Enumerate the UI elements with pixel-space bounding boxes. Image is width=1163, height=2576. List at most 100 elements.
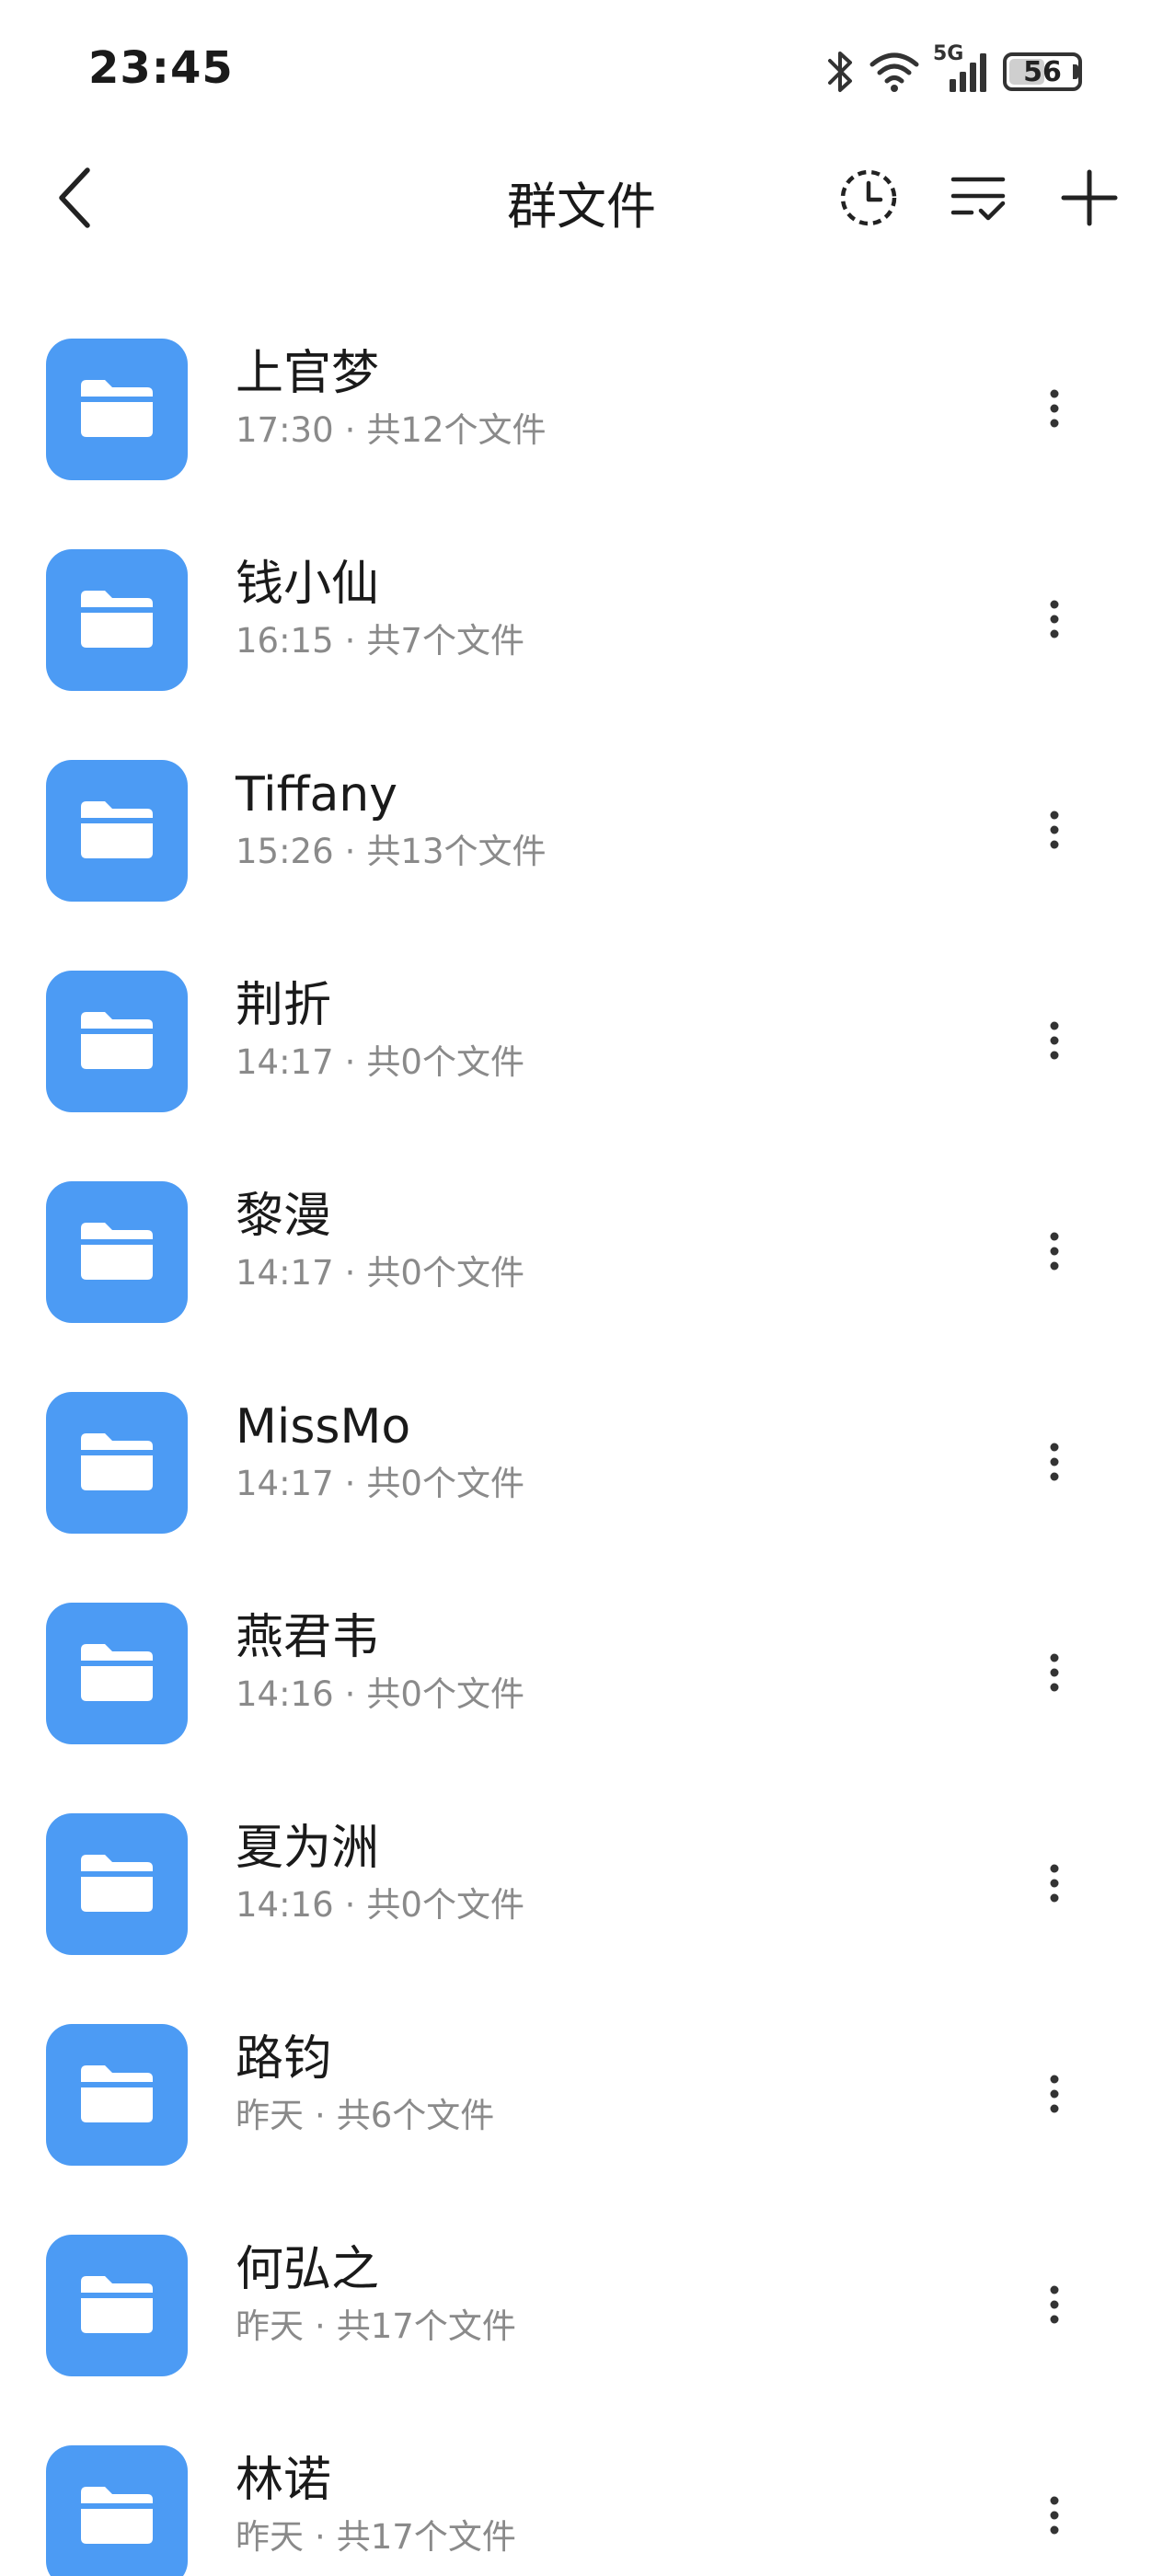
folder-modified-time: 17:30 xyxy=(236,410,334,450)
folder-icon xyxy=(77,1849,156,1919)
folder-tile xyxy=(46,2235,188,2376)
folder-meta: 昨天 · 共17个文件 xyxy=(236,2305,979,2349)
meta-separator: · xyxy=(344,410,356,450)
folder-tile xyxy=(46,1813,188,1955)
folder-tile xyxy=(46,760,188,902)
folder-meta: 14:17 · 共0个文件 xyxy=(236,1251,979,1295)
status-icons: 5G 56 xyxy=(824,42,1082,98)
battery-level: 56 xyxy=(1003,52,1082,91)
more-options-button[interactable] xyxy=(1010,2052,1099,2140)
folder-meta: 15:26 · 共13个文件 xyxy=(236,830,979,874)
folder-icon xyxy=(77,1639,156,1708)
folder-row[interactable]: 钱小仙 16:15 · 共7个文件 xyxy=(0,523,1163,734)
folder-tile xyxy=(46,971,188,1112)
folder-modified-time: 14:16 xyxy=(236,1885,334,1925)
folder-tile xyxy=(46,549,188,691)
more-options-button[interactable] xyxy=(1010,998,1099,1087)
more-options-button[interactable] xyxy=(1010,1420,1099,1508)
folder-text: 路钧 昨天 · 共6个文件 xyxy=(236,2030,979,2138)
more-options-button[interactable] xyxy=(1010,2473,1099,2561)
folder-icon xyxy=(77,585,156,655)
folder-icon xyxy=(77,2481,156,2551)
folder-meta: 17:30 · 共12个文件 xyxy=(236,408,979,453)
meta-separator: · xyxy=(315,2306,326,2346)
more-vertical-icon xyxy=(1049,599,1060,643)
folder-modified-time: 昨天 xyxy=(236,2096,304,2135)
folder-row[interactable]: 黎漫 14:17 · 共0个文件 xyxy=(0,1156,1163,1366)
folder-row[interactable]: 路钧 昨天 · 共6个文件 xyxy=(0,1998,1163,2209)
folder-file-count: 共12个文件 xyxy=(366,410,547,450)
folder-modified-time: 昨天 xyxy=(236,2517,304,2557)
meta-separator: · xyxy=(315,2517,326,2557)
wifi-icon xyxy=(869,50,920,94)
folder-file-count: 共0个文件 xyxy=(366,1042,524,1082)
folder-modified-time: 14:16 xyxy=(236,1674,334,1714)
folder-modified-time: 昨天 xyxy=(236,2306,304,2346)
folder-text: Tiffany 15:26 · 共13个文件 xyxy=(236,765,979,874)
folder-tile xyxy=(46,1603,188,1744)
folder-icon xyxy=(77,796,156,866)
folder-modified-time: 16:15 xyxy=(236,621,334,661)
folder-row[interactable]: MissMo 14:17 · 共0个文件 xyxy=(0,1366,1163,1577)
folder-meta: 昨天 · 共6个文件 xyxy=(236,2094,979,2138)
folder-text: 黎漫 14:17 · 共0个文件 xyxy=(236,1187,979,1295)
folder-icon xyxy=(77,374,156,444)
network-type-label: 5G xyxy=(933,42,964,65)
more-options-button[interactable] xyxy=(1010,577,1099,665)
more-vertical-icon xyxy=(1049,388,1060,432)
folder-meta: 昨天 · 共17个文件 xyxy=(236,2515,979,2559)
folder-name: 上官梦 xyxy=(236,346,380,401)
more-options-button[interactable] xyxy=(1010,2262,1099,2351)
folder-file-count: 共0个文件 xyxy=(366,1674,524,1714)
folder-icon xyxy=(77,1006,156,1076)
folder-file-count: 共13个文件 xyxy=(366,832,547,871)
folder-meta: 14:17 · 共0个文件 xyxy=(236,1041,979,1085)
group-files-screen: 23:45 5G 56 群文件 上官梦 17:30 · 共12个文件 钱小仙 1… xyxy=(0,0,1163,2576)
folder-file-count: 共0个文件 xyxy=(366,1464,524,1503)
more-vertical-icon xyxy=(1049,1442,1060,1486)
folder-row[interactable]: 林诺 昨天 · 共17个文件 xyxy=(0,2420,1163,2576)
add-button[interactable] xyxy=(1053,158,1126,241)
folder-file-count: 共17个文件 xyxy=(336,2306,516,2346)
more-options-button[interactable] xyxy=(1010,1209,1099,1297)
folder-tile xyxy=(46,1392,188,1534)
folder-modified-time: 15:26 xyxy=(236,832,334,871)
status-bar: 23:45 5G 56 xyxy=(0,0,1163,138)
folder-text: 燕君韦 14:16 · 共0个文件 xyxy=(236,1608,979,1717)
folder-row[interactable]: Tiffany 15:26 · 共13个文件 xyxy=(0,734,1163,945)
signal-icon: 5G xyxy=(933,42,990,94)
recent-button[interactable] xyxy=(832,158,905,241)
more-options-button[interactable] xyxy=(1010,1630,1099,1719)
folder-text: 钱小仙 16:15 · 共7个文件 xyxy=(236,555,979,663)
battery-percent: 56 xyxy=(1023,55,1062,88)
more-vertical-icon xyxy=(1049,810,1060,854)
folder-row[interactable]: 何弘之 昨天 · 共17个文件 xyxy=(0,2209,1163,2420)
more-vertical-icon xyxy=(1049,1231,1060,1275)
more-options-button[interactable] xyxy=(1010,1841,1099,1929)
folder-name: 燕君韦 xyxy=(236,1610,380,1665)
more-vertical-icon xyxy=(1049,1020,1060,1064)
folder-icon xyxy=(77,2060,156,2130)
folder-name: 荆折 xyxy=(236,978,332,1033)
more-options-button[interactable] xyxy=(1010,366,1099,454)
folder-file-count: 共0个文件 xyxy=(366,1885,524,1925)
folder-text: 夏为洲 14:16 · 共0个文件 xyxy=(236,1819,979,1927)
folder-file-count: 共17个文件 xyxy=(336,2517,516,2557)
meta-separator: · xyxy=(344,832,356,871)
more-options-button[interactable] xyxy=(1010,788,1099,876)
meta-separator: · xyxy=(315,2096,326,2135)
sort-button[interactable] xyxy=(942,158,1016,241)
folder-row[interactable]: 上官梦 17:30 · 共12个文件 xyxy=(0,313,1163,523)
folder-text: 林诺 昨天 · 共17个文件 xyxy=(236,2451,979,2559)
folder-meta: 14:17 · 共0个文件 xyxy=(236,1462,979,1506)
folder-row[interactable]: 燕君韦 14:16 · 共0个文件 xyxy=(0,1577,1163,1788)
folder-modified-time: 14:17 xyxy=(236,1253,334,1293)
folder-name: Tiffany xyxy=(236,767,398,822)
folder-modified-time: 14:17 xyxy=(236,1464,334,1503)
folder-tile xyxy=(46,1181,188,1323)
bluetooth-icon xyxy=(824,50,856,94)
folder-row[interactable]: 夏为洲 14:16 · 共0个文件 xyxy=(0,1788,1163,1998)
more-vertical-icon xyxy=(1049,1652,1060,1696)
battery-icon: 56 xyxy=(1003,52,1082,91)
folder-row[interactable]: 荆折 14:17 · 共0个文件 xyxy=(0,945,1163,1156)
